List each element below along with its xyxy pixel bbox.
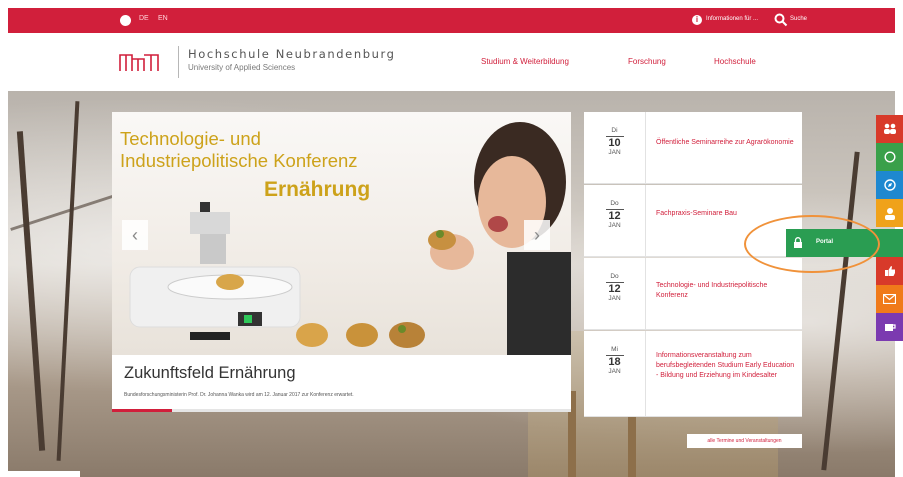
mail-icon[interactable] <box>876 285 903 313</box>
event-title[interactable]: Informationsveranstaltung zum berufsbegl… <box>656 351 796 381</box>
slide-description: Bundesforschungsministerin Prof. Dr. Joh… <box>124 392 354 398</box>
search-icon[interactable] <box>774 13 788 27</box>
person-icon[interactable] <box>876 199 903 227</box>
tree-trunk <box>56 101 80 461</box>
event-date: Di 10 JAN <box>584 112 646 183</box>
snacks-image <box>296 322 425 348</box>
whatsapp-icon[interactable] <box>876 143 903 171</box>
globe-icon[interactable] <box>120 15 131 26</box>
slide-image[interactable]: Technologie- und Industriepolitische Kon… <box>112 112 571 355</box>
lang-de-link[interactable]: DE <box>139 15 149 22</box>
slider-progress <box>112 409 571 412</box>
tree-trunk <box>16 131 46 451</box>
logo-mark-icon[interactable] <box>118 51 162 73</box>
top-bar: DE EN i Informationen für ... Suche <box>8 8 895 33</box>
lang-en-link[interactable]: EN <box>158 15 168 22</box>
event-title[interactable]: Technologie- und Industriepolitische Kon… <box>656 281 796 301</box>
tree-trunk <box>821 151 860 471</box>
slide-title[interactable]: Zukunftsfeld Ernährung <box>124 364 296 383</box>
event-date: Do 12 JAN <box>584 258 646 329</box>
slide-headline: Technologie- und Industriepolitische Kon… <box>120 128 358 171</box>
nav-forschung[interactable]: Forschung <box>628 57 666 66</box>
info-icon[interactable]: i <box>692 15 702 25</box>
bottom-tab <box>8 471 80 477</box>
site-title[interactable]: Hochschule Neubrandenburg <box>188 47 396 61</box>
slider-prev-button[interactable]: ‹ <box>122 220 148 250</box>
food-printer-image <box>129 202 301 340</box>
portal-highlight-ring <box>744 215 880 273</box>
search-link[interactable]: Suche <box>790 16 807 22</box>
hero-slider[interactable]: Technologie- und Industriepolitische Kon… <box>112 112 571 412</box>
coffee-icon[interactable] <box>876 313 903 341</box>
event-item[interactable]: Do 12 JAN Technologie- und Industriepolit… <box>584 258 802 330</box>
event-title[interactable]: Öffentliche Seminarreihe zur Agrarökonom… <box>656 138 796 148</box>
logo-divider <box>178 46 179 78</box>
all-events-link[interactable]: alle Termine und Veranstaltungen <box>687 434 802 448</box>
event-date: Mi 18 JAN <box>584 331 646 416</box>
site-subtitle: University of Applied Sciences <box>188 63 296 72</box>
nav-studium[interactable]: Studium & Weiterbildung <box>481 57 569 66</box>
event-title[interactable]: Fachpraxis-Seminare Bau <box>656 209 796 219</box>
nav-hochschule[interactable]: Hochschule <box>714 57 756 66</box>
site-header: Hochschule Neubrandenburg University of … <box>8 33 895 91</box>
event-date: Do 12 JAN <box>584 185 646 256</box>
thumbs-up-icon[interactable] <box>876 257 903 285</box>
event-item[interactable]: Di 10 JAN Öffentliche Seminarreihe zur Ag… <box>584 112 802 184</box>
people-icon[interactable] <box>876 115 903 143</box>
info-for-link[interactable]: Informationen für ... <box>706 16 758 22</box>
compass-icon[interactable] <box>876 171 903 199</box>
event-item[interactable]: Mi 18 JAN Informationsveranstaltung zum b… <box>584 331 802 417</box>
slider-next-button[interactable]: › <box>524 220 550 250</box>
